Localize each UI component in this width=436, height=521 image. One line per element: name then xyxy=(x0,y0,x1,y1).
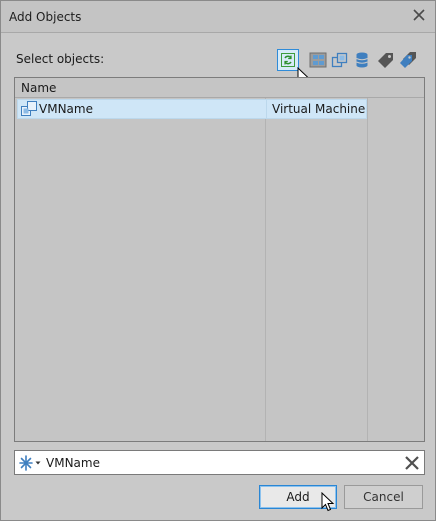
asterisk-icon xyxy=(19,455,33,471)
dialog-title: Add Objects xyxy=(9,10,82,24)
chevron-down-icon xyxy=(35,461,41,465)
objects-list[interactable]: Name VMName Virtual Machine xyxy=(14,77,425,442)
mouse-cursor-icon xyxy=(321,491,335,517)
tag-icon[interactable] xyxy=(375,49,397,71)
search-input[interactable]: VMName xyxy=(14,450,425,475)
tags-icon[interactable] xyxy=(397,49,419,71)
cancel-button[interactable]: Cancel xyxy=(344,485,423,509)
list-item[interactable]: VMName Virtual Machine xyxy=(17,99,367,119)
close-icon[interactable] xyxy=(411,7,427,23)
item-name: VMName xyxy=(39,102,93,116)
select-objects-label: Select objects: xyxy=(16,52,105,66)
list-header: Name xyxy=(15,78,424,98)
add-objects-dialog: Add Objects Select objects: Name VMName … xyxy=(0,0,436,521)
datastore-icon[interactable] xyxy=(351,49,373,71)
cell-divider xyxy=(266,100,267,118)
search-value[interactable]: VMName xyxy=(46,456,100,470)
search-type-dropdown[interactable] xyxy=(18,454,46,472)
vm-icon xyxy=(21,101,37,117)
refresh-icon[interactable] xyxy=(277,49,299,71)
column-divider xyxy=(367,98,368,441)
title-bar: Add Objects xyxy=(1,1,435,33)
clear-icon[interactable] xyxy=(403,454,421,472)
item-type: Virtual Machine xyxy=(272,102,366,116)
column-header-name[interactable]: Name xyxy=(21,81,56,95)
column-divider xyxy=(265,98,266,441)
vm-template-icon[interactable] xyxy=(329,49,351,71)
object-type-toolbar xyxy=(277,49,427,87)
